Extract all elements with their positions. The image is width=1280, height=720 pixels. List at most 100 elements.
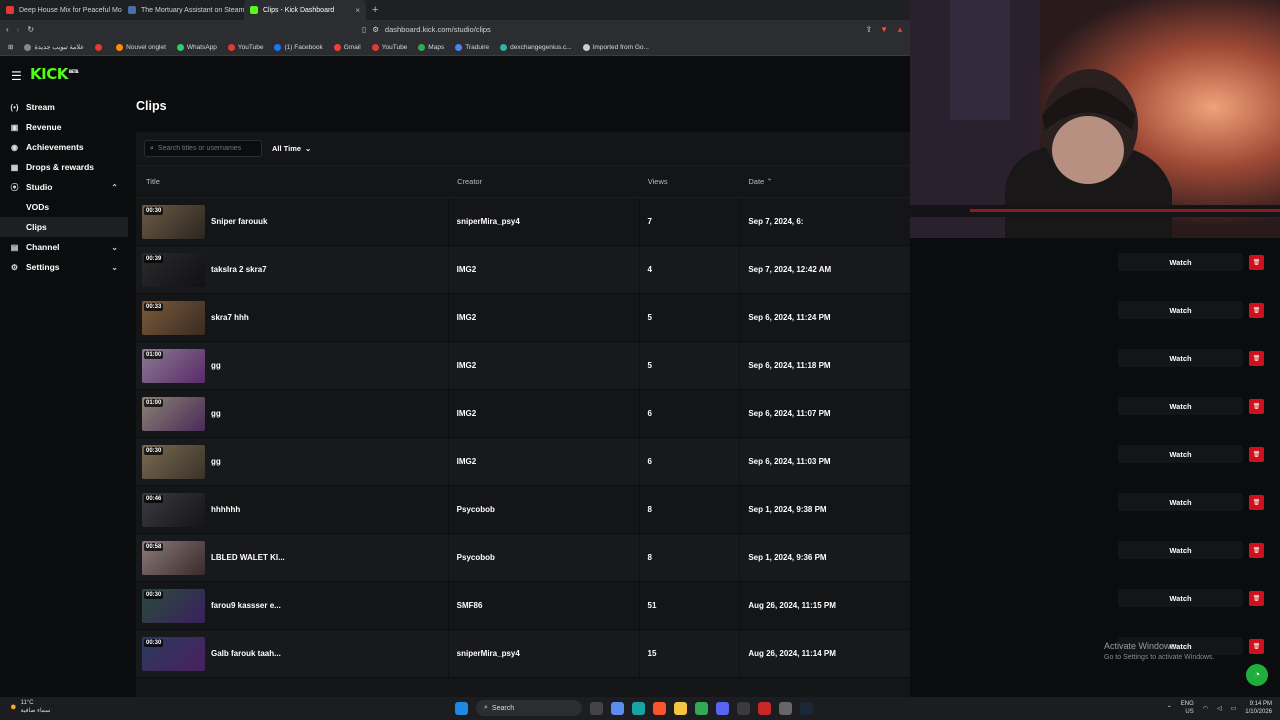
clip-title[interactable]: skra7 hhh	[211, 313, 249, 322]
clip-creator[interactable]: IMG2	[449, 342, 640, 389]
chevron-icon[interactable]: ⌄	[111, 243, 118, 252]
browser-tab[interactable]: The Mortuary Assistant on Steam×	[122, 0, 244, 20]
clip-title[interactable]: gg	[211, 457, 221, 466]
weather-widget[interactable]: ● 11°C سماء صافية	[10, 699, 50, 715]
bookmark-item[interactable]: Imported from Go...	[582, 43, 649, 51]
col-date[interactable]: Date ⌃	[740, 166, 910, 197]
menu-icon[interactable]: ☰	[11, 69, 22, 83]
clip-creator[interactable]: sniperMira_psy4	[449, 198, 640, 245]
clip-creator[interactable]: SMF86	[449, 582, 640, 629]
bookmark-icon[interactable]: ▯	[362, 25, 366, 34]
sidebar-item-revenue[interactable]: ▣ Revenue	[0, 117, 128, 137]
clock[interactable]: 9:14 PM 1/10/2026	[1245, 700, 1272, 716]
browser-tab[interactable]: Deep House Mix for Peaceful Mornin×	[0, 0, 122, 20]
settings-icon[interactable]	[779, 701, 792, 715]
bookmark-item[interactable]: علامة تبويب جديدة	[24, 43, 84, 51]
file-explorer-icon[interactable]	[674, 701, 687, 715]
bookmark-item[interactable]: dexchangegenius.c...	[500, 43, 572, 51]
tray-expand-icon[interactable]: ⌃	[1167, 705, 1172, 712]
apps-icon[interactable]: ⊞	[8, 43, 13, 51]
table-row[interactable]: 00:58 LBLED WALET KI... Psycobob 8 Sep 1, 20…	[136, 534, 910, 582]
table-row[interactable]: 00:33 skra7 hhh IMG2 5 Sep 6, 2024, 11:24 PM	[136, 294, 910, 342]
watch-button[interactable]: Watch	[1118, 541, 1243, 559]
clip-title[interactable]: Sniper farouuk	[211, 217, 267, 226]
bookmark-item[interactable]: Gmail	[333, 43, 361, 51]
battery-icon[interactable]: ▭	[1231, 705, 1237, 712]
clip-title[interactable]: Galb farouk taah...	[211, 649, 281, 658]
clip-thumbnail[interactable]: 00:30	[142, 636, 205, 671]
edge-icon[interactable]	[632, 701, 645, 715]
rewards-icon[interactable]: ▲	[896, 25, 904, 34]
obs-icon[interactable]	[737, 701, 750, 715]
table-row[interactable]: 01:00 gg IMG2 6 Sep 6, 2024, 11:07 PM	[136, 390, 910, 438]
bookmark-item[interactable]: YouTube	[371, 43, 407, 51]
sidebar-item-achievements[interactable]: ◉ Achievements	[0, 137, 128, 157]
new-tab-icon[interactable]: +	[372, 4, 378, 16]
delete-button[interactable]: 🗑	[1249, 590, 1264, 606]
clip-thumbnail[interactable]: 00:39	[142, 252, 205, 287]
watch-button[interactable]: Watch	[1118, 301, 1243, 319]
clip-title[interactable]: gg	[211, 409, 221, 418]
sidebar-item-stream[interactable]: (•) Stream	[0, 97, 128, 117]
delete-button[interactable]: 🗑	[1249, 398, 1264, 414]
table-row[interactable]: 00:39 takslra 2 skra7 IMG2 4 Sep 7, 2024, 12…	[136, 246, 910, 294]
windows-start-icon[interactable]	[455, 701, 468, 715]
language-indicator[interactable]: ENG US	[1181, 700, 1194, 716]
table-row[interactable]: 00:30 farou9 kassser e... SMF86 51 Aug 26, 2…	[136, 582, 910, 630]
clip-thumbnail[interactable]: 01:00	[142, 348, 205, 383]
kick-logo[interactable]: KICKBETA	[30, 65, 79, 83]
chevron-icon[interactable]: ⌃	[111, 183, 118, 192]
sidebar-item-studio[interactable]: ⦿ Studio ⌃	[0, 177, 128, 197]
watch-button[interactable]: Watch	[1118, 253, 1243, 271]
clip-title[interactable]: hhhhhh	[211, 505, 240, 514]
watch-button[interactable]: Watch	[1118, 445, 1243, 463]
chevron-icon[interactable]: ⌄	[111, 263, 118, 272]
delete-button[interactable]: 🗑	[1249, 542, 1264, 558]
delete-button[interactable]: 🗑	[1249, 254, 1264, 270]
clip-title[interactable]: farou9 kassser e...	[211, 601, 281, 610]
watch-button[interactable]: Watch	[1118, 397, 1243, 415]
bookmark-item[interactable]: Traduire	[455, 43, 489, 51]
clip-creator[interactable]: IMG2	[449, 294, 640, 341]
clip-creator[interactable]: sniperMira_psy4	[449, 630, 640, 677]
clip-title[interactable]: takslra 2 skra7	[211, 265, 267, 274]
discord-icon[interactable]	[716, 701, 729, 715]
url-field[interactable]: ▯ ⚙ dashboard.kick.com/studio/clips	[362, 25, 491, 34]
delete-button[interactable]: 🗑	[1249, 302, 1264, 318]
browser-tab[interactable]: Clips - Kick Dashboard ×	[244, 0, 366, 20]
help-chat-button[interactable]: ◔	[1246, 664, 1268, 686]
sidebar-item-channel[interactable]: ▤ Channel ⌄	[0, 237, 128, 257]
sidebar-item-clips[interactable]: Clips	[0, 217, 128, 237]
watch-button[interactable]: Watch	[1118, 349, 1243, 367]
delete-button[interactable]: 🗑	[1249, 350, 1264, 366]
search-input[interactable]	[157, 145, 253, 152]
bookmark-item[interactable]: WhatsApp	[176, 43, 217, 51]
bookmark-item[interactable]	[95, 43, 105, 51]
wifi-icon[interactable]: ◠	[1203, 705, 1208, 712]
clip-title[interactable]: LBLED WALET KI...	[211, 553, 285, 562]
search-box[interactable]: ⌕	[144, 140, 262, 157]
table-row[interactable]: 00:30 Galb farouk taah... sniperMira_psy4 1…	[136, 630, 910, 678]
task-view-icon[interactable]	[590, 701, 603, 715]
clip-thumbnail[interactable]: 00:30	[142, 204, 205, 239]
clip-thumbnail[interactable]: 01:00	[142, 396, 205, 431]
bookmark-item[interactable]: (1) Facebook	[274, 43, 323, 51]
forward-icon[interactable]: ›	[17, 25, 20, 34]
back-icon[interactable]: ‹	[6, 25, 9, 34]
brave-icon[interactable]	[653, 701, 666, 715]
watch-button[interactable]: Watch	[1118, 589, 1243, 607]
taskbar-search[interactable]: ⌕ Search	[476, 700, 582, 716]
delete-button[interactable]: 🗑	[1249, 638, 1264, 654]
app-icon[interactable]	[758, 701, 771, 715]
clip-thumbnail[interactable]: 00:46	[142, 492, 205, 527]
sidebar-item-drops-rewards[interactable]: ▦ Drops & rewards	[0, 157, 128, 177]
delete-button[interactable]: 🗑	[1249, 446, 1264, 462]
watch-button[interactable]: Watch	[1118, 493, 1243, 511]
clip-creator[interactable]: Psycobob	[449, 486, 640, 533]
copilot-icon[interactable]	[611, 701, 624, 715]
clip-creator[interactable]: IMG2	[449, 438, 640, 485]
clip-thumbnail[interactable]: 00:30	[142, 588, 205, 623]
share-icon[interactable]: ⇪	[865, 25, 872, 34]
clip-thumbnail[interactable]: 00:30	[142, 444, 205, 479]
time-filter-dropdown[interactable]: All Time ⌄	[272, 144, 311, 153]
